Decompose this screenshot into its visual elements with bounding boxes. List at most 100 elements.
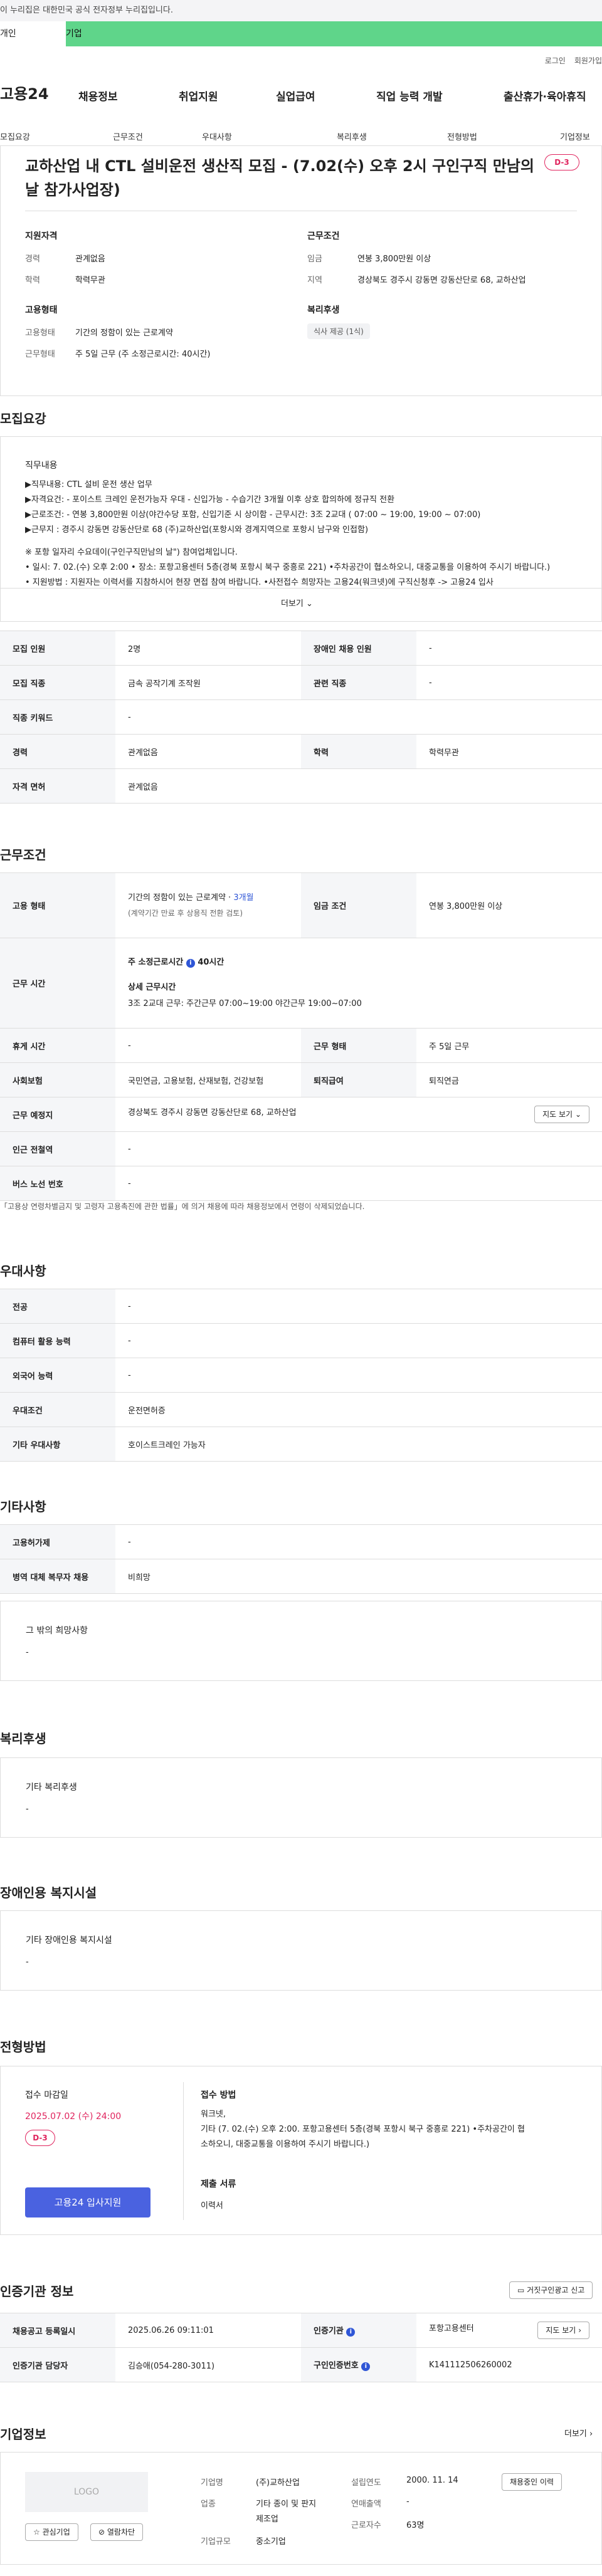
employees-value: 63명 xyxy=(406,2521,425,2530)
site-logo[interactable]: 고용24 xyxy=(0,81,49,103)
qual-label: 학력 xyxy=(25,276,40,285)
login-link[interactable]: 로그인 xyxy=(545,56,566,65)
cert-map-button[interactable]: 지도 보기 › xyxy=(537,2322,589,2339)
info-icon[interactable]: i xyxy=(346,2328,356,2337)
sales-label: 연매출액 xyxy=(351,2500,381,2509)
emp-value: 기간의 정함이 있는 근로계약 xyxy=(75,328,173,338)
welfare-heading: 복리후생 xyxy=(307,305,340,315)
block-view-button[interactable]: ⊘ 열람차단 xyxy=(90,2523,144,2541)
age-discrimination-note: 「고용상 연령차별금지 및 고령자 고용촉진에 관한 법률」에 의거 채용에 따… xyxy=(0,1202,365,1211)
table-header: 외국어 능력 xyxy=(0,1358,115,1393)
cond-value: 연봉 3,800만원 이상 xyxy=(357,254,431,264)
subnav-company[interactable]: 기업정보 xyxy=(560,130,590,142)
table-header: 병역 대체 복무자 채용 xyxy=(0,1559,115,1594)
report-false-ad-button[interactable]: ▭ 거짓구인광고 신고 xyxy=(509,2281,593,2299)
table-header: 구인인증번호 i xyxy=(301,2347,416,2382)
preference-section-title: 우대사항 xyxy=(0,1264,46,1279)
hiring-history-button[interactable]: 채용중인 이력 xyxy=(502,2473,562,2491)
subnav-welfare[interactable]: 복리후생 xyxy=(337,130,367,142)
cond-value: 경상북도 경주시 강동면 강동산단로 68, 교하산업 xyxy=(357,276,526,285)
tab-company[interactable]: 기업 xyxy=(66,21,82,46)
table-cell: 경상북도 경주시 강동면 강동산단로 68, 교하산업 지도 보기 ⌄ xyxy=(115,1097,602,1132)
welfare-box-title: 기타 복리후생 xyxy=(26,1783,77,1793)
industry-value: 기타 종이 및 판지 제조업 xyxy=(256,2500,317,2524)
subnav-process[interactable]: 전형방법 xyxy=(447,130,477,142)
subnav-recruit[interactable]: 모집요강 xyxy=(0,130,30,142)
etc-table: 고용허가제 - 병역 대체 복무자 채용 비희망 xyxy=(0,1524,602,1594)
other-wishes-box: 그 밖의 희망사항 - xyxy=(0,1601,602,1681)
cond-label: 임금 xyxy=(307,254,322,264)
deadline-label: 접수 마감일 xyxy=(25,2090,68,2100)
table-cell: - xyxy=(115,1358,602,1393)
gnb-unemployment-benefit[interactable]: 실업급여 xyxy=(276,88,315,103)
job-description-text: ▶직무내용: CTL 설비 운전 생산 업무 ▶자격요건: - 포이스트 크레인… xyxy=(25,480,551,587)
table-cell: 금속 공작기계 조작원 xyxy=(115,665,301,700)
favorite-company-button[interactable]: ☆ 관심기업 xyxy=(25,2523,78,2541)
table-cell: 기간의 정함이 있는 근로계약 · 3개월 (계약기간 만료 후 상용직 전환 검… xyxy=(115,872,301,938)
qual-label: 경력 xyxy=(25,254,40,264)
company-more-link[interactable]: 더보기 › xyxy=(564,2427,593,2439)
description-more-button[interactable]: 더보기 ⌄ xyxy=(281,597,313,609)
user-type-tabs: 개인 기업 xyxy=(0,21,602,46)
recruit-table: 모집 인원 2명 장애인 채용 인원 - 모집 직종 금속 공작기계 조작원 관련 직종 -… xyxy=(0,631,602,804)
dday-badge: D-3 xyxy=(25,2130,55,2146)
company-name-label: 기업명 xyxy=(201,2478,223,2488)
emp-label: 근무형태 xyxy=(25,350,55,359)
emp-label: 고용형태 xyxy=(25,328,55,338)
other-wishes-value: - xyxy=(26,1648,29,1657)
table-header: 버스 노선 번호 xyxy=(0,1166,115,1201)
gnb-job-info[interactable]: 채용정보 xyxy=(78,88,118,103)
signup-link[interactable]: 회원가입 xyxy=(574,56,602,65)
table-cell: 운전면허증 xyxy=(115,1392,602,1427)
welfare-chip: 식사 제공 (1식) xyxy=(307,323,370,339)
table-header: 근무 형태 xyxy=(301,1028,416,1063)
dday-badge: D-3 xyxy=(544,154,579,170)
welfare-section-title: 복리후생 xyxy=(0,1731,46,1746)
table-header: 근무 시간 xyxy=(0,938,115,1029)
qual-value: 관계없음 xyxy=(75,254,105,264)
table-header: 학력 xyxy=(301,734,416,769)
disabled-facility-value: - xyxy=(26,1957,29,1967)
table-header: 자격 면허 xyxy=(0,768,115,804)
company-section-title: 기업정보 xyxy=(0,2427,46,2442)
qual-value: 학력무관 xyxy=(75,276,105,285)
disabled-facility-title: 기타 장애인용 복지시설 xyxy=(26,1935,112,1945)
table-header: 관련 직종 xyxy=(301,665,416,700)
subnav-preference[interactable]: 우대사항 xyxy=(202,130,232,142)
method-value: 워크넷, 기타 (7. 02.(수) 오후 2:00. 포항고용센터 5층(경북… xyxy=(201,2110,525,2149)
table-cell: K141112506260002 xyxy=(416,2347,602,2382)
company-logo: LOGO xyxy=(25,2472,148,2512)
gnb-employment-support[interactable]: 취업지원 xyxy=(179,88,218,103)
company-name-value: (주)교하산업 xyxy=(256,2478,300,2488)
table-cell: - xyxy=(115,699,602,735)
map-button[interactable]: 지도 보기 ⌄ xyxy=(534,1106,589,1123)
table-header: 경력 xyxy=(0,734,115,769)
table-cell: - xyxy=(416,665,602,700)
table-cell: - xyxy=(115,1524,602,1559)
tab-personal[interactable]: 개인 xyxy=(0,21,66,46)
apply-button[interactable]: 고용24 입사지원 xyxy=(25,2187,150,2217)
work-section-title: 근무조건 xyxy=(0,847,46,862)
founded-label: 설립연도 xyxy=(351,2478,381,2488)
sales-value: - xyxy=(406,2497,409,2506)
process-section-title: 전형방법 xyxy=(0,2039,46,2055)
gnb-parental-leave[interactable]: 출산휴가·육아휴직 xyxy=(504,88,586,103)
welfare-box-value: - xyxy=(26,1804,29,1814)
table-header: 근무 예정지 xyxy=(0,1097,115,1132)
table-cell: - xyxy=(115,1166,602,1201)
table-header: 고용 형태 xyxy=(0,872,115,938)
subnav-work[interactable]: 근무조건 xyxy=(113,130,143,142)
industry-label: 업종 xyxy=(201,2500,216,2509)
welfare-box: 기타 복리후생 - xyxy=(0,1757,602,1838)
table-cell: 비희망 xyxy=(115,1559,602,1594)
gnb-skill-development[interactable]: 직업 능력 개발 xyxy=(376,88,443,103)
table-cell: 2025.06.26 09:11:01 xyxy=(115,2313,301,2348)
preference-table: 전공 - 컴퓨터 활용 능력 - 외국어 능력 - 우대조건 운전면허증 기타 우대사항… xyxy=(0,1289,602,1462)
table-cell: 연봉 3,800만원 이상 xyxy=(416,872,602,938)
info-icon[interactable]: i xyxy=(186,958,195,968)
deadline-value: 2025.07.02 (수) 24:00 xyxy=(25,2112,122,2122)
employment-heading: 고용형태 xyxy=(25,305,58,315)
star-icon: ☆ xyxy=(33,2528,40,2537)
info-icon[interactable]: i xyxy=(361,2362,371,2371)
table-cell: 학력무관 xyxy=(416,734,602,769)
